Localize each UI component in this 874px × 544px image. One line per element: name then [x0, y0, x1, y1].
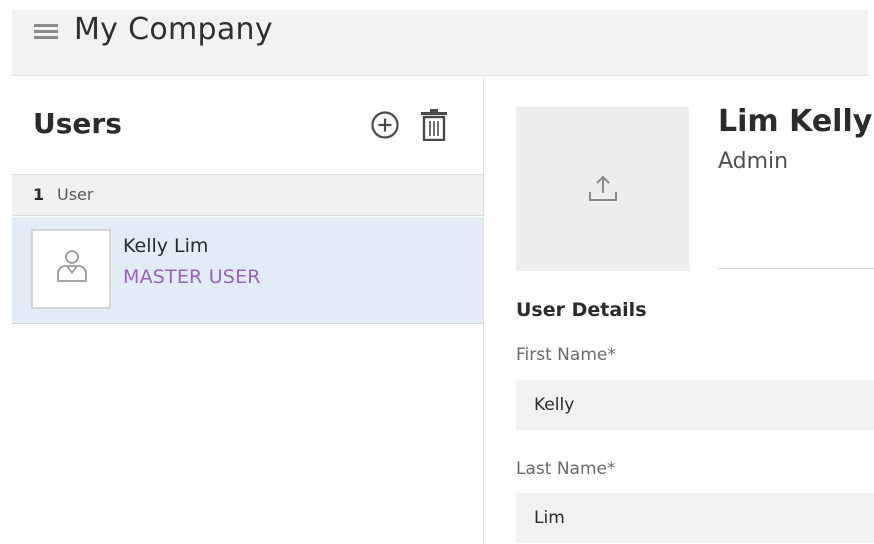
top-header: My Company	[12, 10, 868, 76]
last-name-label: Last Name*	[516, 459, 616, 479]
user-list-item[interactable]: Kelly Lim MASTER USER	[12, 217, 483, 324]
last-name-field[interactable]	[516, 493, 874, 543]
add-user-icon[interactable]	[370, 110, 400, 140]
users-panel: Users 1 User Kelly Lim MASTER USER	[12, 77, 484, 544]
app-title: My Company	[74, 12, 273, 47]
trash-icon[interactable]	[420, 109, 448, 142]
avatar	[31, 229, 111, 309]
hamburger-menu-icon[interactable]	[34, 24, 58, 39]
first-name-label: First Name*	[516, 345, 616, 365]
user-placeholder-icon	[57, 250, 87, 282]
profile-name: Lim Kelly	[718, 104, 873, 139]
user-count: 1	[33, 185, 45, 204]
user-count-bar: 1 User	[12, 174, 483, 216]
upload-icon	[589, 175, 617, 201]
user-details-panel: Lim Kelly Admin User Details First Name*…	[485, 77, 874, 544]
user-count-label: User	[57, 185, 94, 204]
page: My Company Users 1 User Kelly Lim MASTER…	[0, 0, 874, 544]
profile-role: Admin	[718, 149, 789, 174]
users-title: Users	[33, 107, 122, 140]
photo-upload-button[interactable]	[516, 107, 689, 271]
section-title: User Details	[516, 299, 647, 321]
first-name-field[interactable]	[516, 380, 874, 430]
user-name: Kelly Lim	[123, 235, 209, 257]
user-role: MASTER USER	[123, 266, 261, 288]
divider	[718, 268, 874, 269]
